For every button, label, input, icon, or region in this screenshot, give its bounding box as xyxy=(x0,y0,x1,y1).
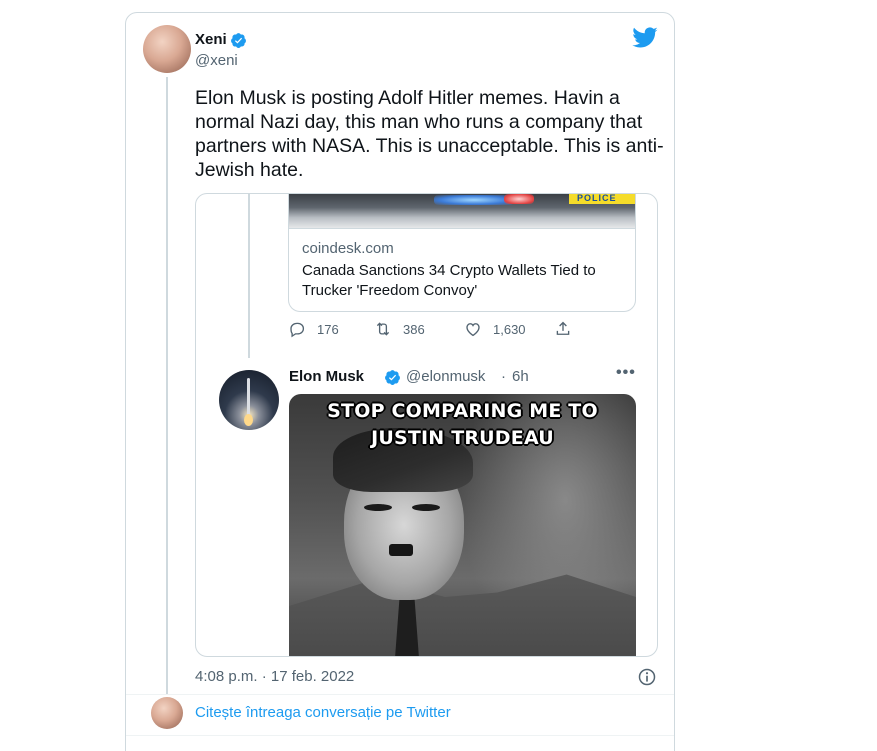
tweet-text: Elon Musk is posting Adolf Hitler memes.… xyxy=(195,87,664,181)
rocket-flame xyxy=(244,414,253,426)
divider xyxy=(126,694,674,695)
link-domain: coindesk.com xyxy=(302,240,394,257)
meme-figure-eye-right xyxy=(412,504,440,511)
verified-badge-icon xyxy=(385,370,400,385)
quoted-author-name[interactable]: Elon Musk xyxy=(289,368,364,385)
quoted-tweet[interactable]: POLICE coindesk.com Canada Sanctions 34 … xyxy=(195,193,658,657)
divider xyxy=(126,735,674,736)
reply-count: 176 xyxy=(317,321,339,337)
share-action[interactable] xyxy=(554,320,572,338)
twitter-bird-icon[interactable] xyxy=(632,27,658,49)
reply-icon xyxy=(290,322,305,338)
verified-badge-icon xyxy=(231,33,246,48)
link-title: Canada Sanctions 34 Crypto Wallets Tied … xyxy=(302,262,596,299)
author-name[interactable]: Xeni xyxy=(195,31,227,48)
elon-avatar[interactable] xyxy=(219,370,279,430)
police-light-blue xyxy=(434,195,514,205)
quote-thread-line xyxy=(248,194,250,358)
link-preview-image: POLICE xyxy=(289,194,635,229)
tweet-timestamp[interactable]: 4:08 p.m. · 17 feb. 2022 xyxy=(195,668,354,685)
link-preview-card[interactable]: POLICE coindesk.com Canada Sanctions 34 … xyxy=(288,194,636,312)
thread-line xyxy=(166,77,168,695)
meme-figure-mustache xyxy=(389,544,413,556)
tweet-actions: 176 386 1,630 xyxy=(288,320,588,342)
police-sign-text: POLICE xyxy=(577,194,617,203)
reply-action[interactable]: 176 xyxy=(288,320,339,338)
retweet-count: 386 xyxy=(403,321,425,337)
police-light-red xyxy=(504,194,534,204)
like-count: 1,630 xyxy=(493,321,526,337)
like-action[interactable]: 1,630 xyxy=(464,320,526,338)
meme-image[interactable]: STOP COMPARING ME TO JUSTIN TRUDEAU xyxy=(289,394,636,656)
quoted-author-handle[interactable]: @elonmusk xyxy=(406,368,485,385)
retweet-action[interactable]: 386 xyxy=(374,320,425,338)
more-icon[interactable]: ••• xyxy=(616,364,636,382)
author-handle[interactable]: @xeni xyxy=(195,52,238,69)
share-icon xyxy=(556,321,570,335)
info-icon[interactable] xyxy=(637,667,657,687)
conversation-avatar[interactable] xyxy=(151,697,183,729)
author-avatar[interactable] xyxy=(143,25,191,73)
quoted-time[interactable]: 6h xyxy=(512,368,529,385)
separator-dot: · xyxy=(501,368,506,385)
read-conversation-link[interactable]: Citește întreaga conversație pe Twitter xyxy=(195,704,451,721)
meme-figure-eye-left xyxy=(364,504,392,511)
retweet-icon xyxy=(376,322,390,336)
meme-caption: STOP COMPARING ME TO JUSTIN TRUDEAU xyxy=(327,400,598,449)
like-icon xyxy=(466,323,480,337)
tweet-embed-card: Xeni @xeni Elon Musk is posting Adolf Hi… xyxy=(125,12,675,751)
